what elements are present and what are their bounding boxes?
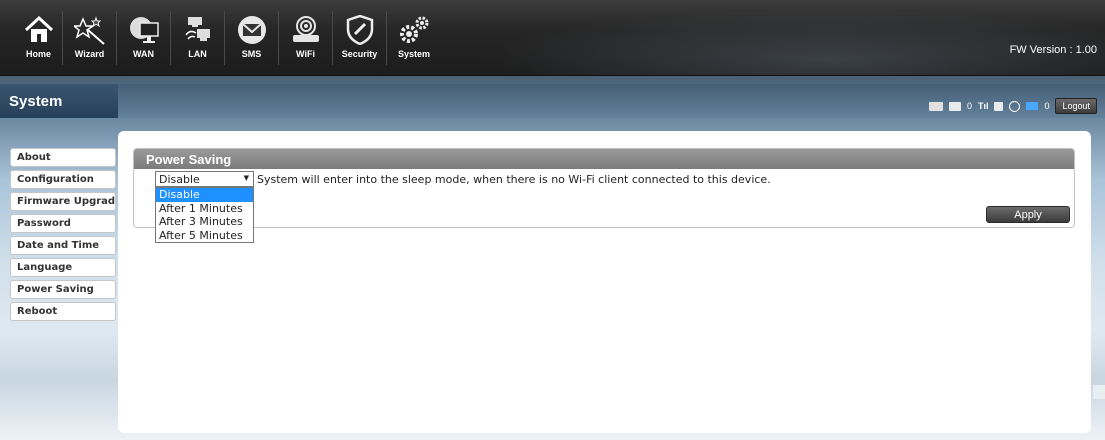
roaming-icon: [994, 101, 1004, 111]
sidebar: About Configuration Firmware Upgrade Pas…: [10, 148, 116, 324]
page-title: System: [0, 84, 118, 118]
lan-icon: [181, 14, 215, 46]
home-icon: [22, 14, 56, 46]
dropdown-option[interactable]: After 1 Minutes: [156, 202, 253, 216]
nav-label: System: [397, 49, 431, 59]
nav-sms[interactable]: SMS: [225, 11, 279, 65]
dropdown-option[interactable]: After 3 Minutes: [156, 215, 253, 229]
sim-icon: [928, 101, 943, 111]
nav-label: WAN: [133, 49, 154, 59]
main-nav: Home Wizard WAN LAN SMS WiFi Security Sy…: [15, 11, 441, 65]
select-value: Disable: [159, 173, 200, 186]
nav-security[interactable]: Security: [333, 11, 387, 65]
power-saving-box: Power Saving Disable ▼ System will enter…: [133, 148, 1075, 243]
sidebar-item-reboot[interactable]: Reboot: [10, 302, 116, 321]
nav-label: SMS: [241, 49, 262, 59]
main-panel: Power Saving Disable ▼ System will enter…: [118, 131, 1091, 433]
sms-status-icon: [948, 101, 961, 111]
wifi-router-icon: [289, 14, 323, 46]
nav-label: Wizard: [74, 49, 105, 59]
power-saving-row: Disable ▼ System will enter into the sle…: [155, 171, 771, 187]
nav-lan[interactable]: LAN: [171, 11, 225, 65]
shield-icon: [343, 14, 377, 46]
nav-wifi[interactable]: WiFi: [279, 11, 333, 65]
nav-label: Security: [341, 49, 378, 59]
power-saving-dropdown: Disable After 1 Minutes After 3 Minutes …: [155, 187, 254, 243]
top-navigation-bar: Home Wizard WAN LAN SMS WiFi Security Sy…: [0, 0, 1105, 76]
sms-icon: [235, 14, 269, 46]
wifi-status-icon: [1026, 102, 1039, 110]
sidebar-item-firmware-upgrade[interactable]: Firmware Upgrade: [10, 192, 116, 211]
signal-icon: Tıl: [977, 101, 989, 111]
sidebar-item-date-and-time[interactable]: Date and Time: [10, 236, 116, 255]
nav-system[interactable]: System: [387, 11, 441, 65]
dropdown-option[interactable]: Disable: [156, 188, 253, 202]
panel-title: Power Saving: [134, 149, 1074, 169]
gear-icon: [397, 14, 431, 46]
wan-icon: [127, 14, 161, 46]
sidebar-item-power-saving[interactable]: Power Saving: [10, 280, 116, 299]
nav-label: WiFi: [296, 49, 315, 59]
nav-label: LAN: [188, 49, 207, 59]
sidebar-item-language[interactable]: Language: [10, 258, 116, 277]
logout-button[interactable]: Logout: [1055, 98, 1097, 114]
sidebar-item-about[interactable]: About: [10, 148, 116, 167]
nav-wizard[interactable]: Wizard: [63, 11, 117, 65]
nav-home[interactable]: Home: [15, 11, 63, 65]
nav-label: Home: [25, 49, 51, 59]
firmware-version: FW Version : 1.00: [1009, 44, 1097, 56]
wifi-count: 0: [1044, 101, 1050, 111]
apply-button[interactable]: Apply: [986, 206, 1070, 223]
sidebar-item-password[interactable]: Password: [10, 214, 116, 233]
wizard-icon: [73, 14, 107, 46]
nav-wan[interactable]: WAN: [117, 11, 171, 65]
status-icons: 0 Tıl 0 Logout: [928, 98, 1097, 114]
sidebar-item-configuration[interactable]: Configuration: [10, 170, 116, 189]
power-saving-select[interactable]: Disable ▼: [155, 171, 254, 187]
globe-icon: [1009, 100, 1021, 112]
chevron-down-icon: ▼: [243, 174, 249, 182]
power-saving-description: System will enter into the sleep mode, w…: [257, 172, 771, 186]
sms-count: 0: [966, 101, 972, 111]
scrollbar-handle[interactable]: [1093, 385, 1105, 399]
dropdown-option[interactable]: After 5 Minutes: [156, 229, 253, 243]
